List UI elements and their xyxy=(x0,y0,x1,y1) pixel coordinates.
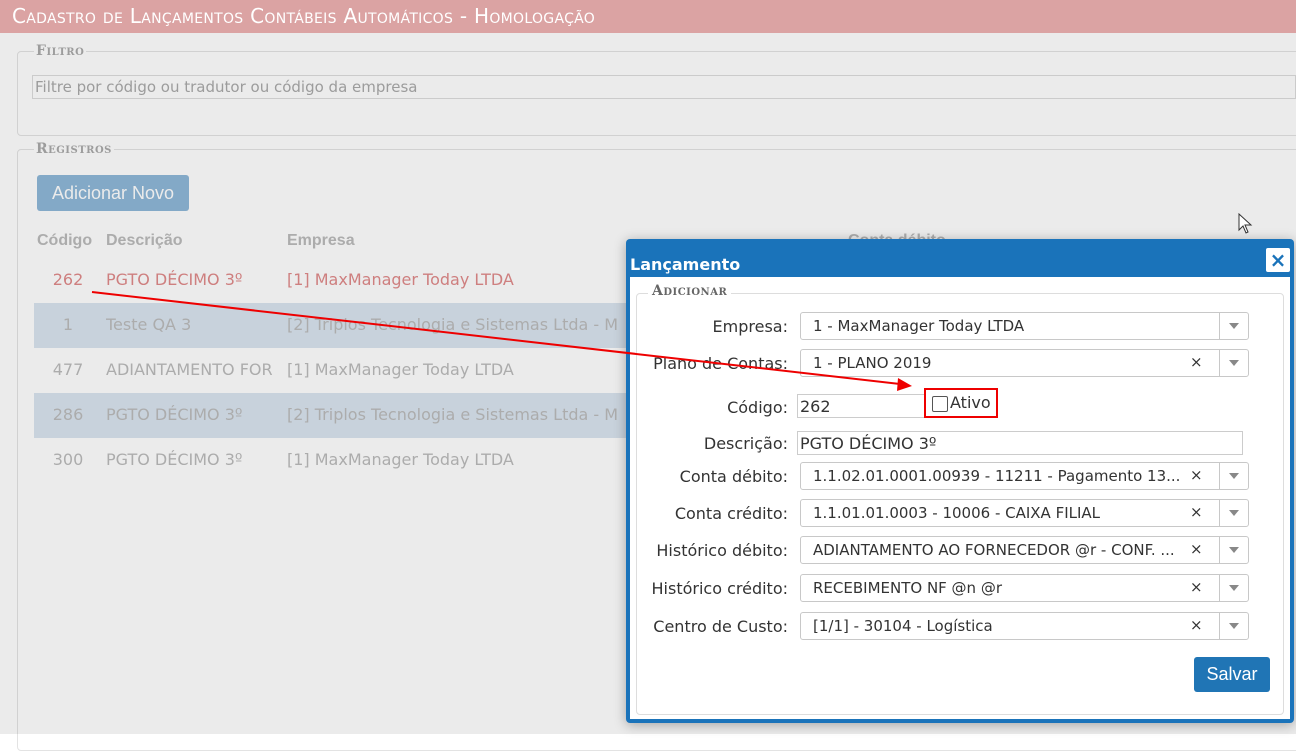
clear-icon[interactable]: × xyxy=(1190,353,1203,371)
conta-debito-value: 1.1.02.01.0001.00939 - 11211 - Pagamento… xyxy=(813,467,1181,485)
historico-debito-select[interactable]: ADIANTAMENTO AO FORNECEDOR @r - CONF. ..… xyxy=(800,536,1249,564)
cell-empresa: [1] MaxManager Today LTDA xyxy=(287,360,514,379)
cell-empresa: [2] Triplos Tecnologia e Sistemas Ltda -… xyxy=(287,315,619,334)
chevron-down-icon[interactable] xyxy=(1219,500,1248,526)
cell-codigo: 1 xyxy=(62,315,74,334)
cell-empresa: [1] MaxManager Today LTDA xyxy=(287,450,514,469)
cell-codigo: 477 xyxy=(52,360,84,379)
chevron-down-icon[interactable] xyxy=(1219,575,1248,601)
filter-legend: Filtro xyxy=(34,43,87,59)
table-row[interactable]: 1 Teste QA 3 [2] Triplos Tecnologia e Si… xyxy=(34,303,634,348)
cell-descricao: PGTO DÉCIMO 3º xyxy=(106,405,243,424)
cell-empresa: [2] Triplos Tecnologia e Sistemas Ltda -… xyxy=(287,405,619,424)
cell-descricao: ADIANTAMENTO FOR xyxy=(106,360,273,379)
descricao-label: Descrição: xyxy=(703,434,788,453)
historico-credito-label: Histórico crédito: xyxy=(651,579,789,598)
chevron-down-icon[interactable] xyxy=(1219,463,1248,489)
cell-codigo: 262 xyxy=(52,270,84,289)
dialog-body: Adicionar Empresa: 1 - MaxManager Today … xyxy=(630,277,1290,719)
plano-label: Plano de Contas: xyxy=(653,354,788,373)
centro-custo-label: Centro de Custo: xyxy=(653,617,788,636)
ativo-highlight: Ativo xyxy=(924,388,998,418)
table-row[interactable]: 286 PGTO DÉCIMO 3º [2] Triplos Tecnologi… xyxy=(34,393,634,438)
cell-empresa: [1] MaxManager Today LTDA xyxy=(287,270,514,289)
add-legend: Adicionar xyxy=(648,283,732,299)
cell-descricao: Teste QA 3 xyxy=(106,315,192,334)
cell-codigo: 300 xyxy=(52,450,84,469)
historico-debito-value: ADIANTAMENTO AO FORNECEDOR @r - CONF. ..… xyxy=(813,541,1175,559)
chevron-down-icon[interactable] xyxy=(1219,350,1248,376)
plano-value: 1 - PLANO 2019 xyxy=(813,354,932,372)
filter-search-input[interactable]: Filtre por código ou tradutor ou código … xyxy=(32,75,1296,99)
plano-select[interactable]: 1 - PLANO 2019 × xyxy=(800,349,1249,377)
lancamento-dialog: Lançamento × Adicionar Empresa: 1 - MaxM… xyxy=(626,239,1294,723)
centro-custo-select[interactable]: [1/1] - 30104 - Logística × xyxy=(800,612,1249,640)
chevron-down-icon[interactable] xyxy=(1219,313,1248,339)
ativo-label[interactable]: Ativo xyxy=(950,393,991,412)
clear-icon[interactable]: × xyxy=(1190,616,1203,634)
ativo-checkbox[interactable] xyxy=(932,396,948,412)
table-row[interactable]: 262 PGTO DÉCIMO 3º [1] MaxManager Today … xyxy=(34,258,634,303)
column-header-empresa[interactable]: Empresa xyxy=(287,232,355,250)
add-new-button[interactable]: Adicionar Novo xyxy=(37,175,189,211)
empresa-label: Empresa: xyxy=(712,317,788,336)
clear-icon[interactable]: × xyxy=(1190,540,1203,558)
codigo-input[interactable]: 262 xyxy=(797,394,925,418)
cell-codigo: 286 xyxy=(52,405,84,424)
chevron-down-icon[interactable] xyxy=(1219,537,1248,563)
clear-icon[interactable]: × xyxy=(1190,503,1203,521)
conta-credito-value: 1.1.01.01.0003 - 10006 - CAIXA FILIAL xyxy=(813,504,1101,522)
empresa-select[interactable]: 1 - MaxManager Today LTDA xyxy=(800,312,1249,340)
empresa-value: 1 - MaxManager Today LTDA xyxy=(813,317,1025,335)
codigo-label: Código: xyxy=(727,398,788,417)
page-title-bar: Cadastro de Lançamentos Contábeis Automá… xyxy=(0,0,1296,33)
historico-debito-label: Histórico débito: xyxy=(656,541,788,560)
cell-descricao: PGTO DÉCIMO 3º xyxy=(106,450,243,469)
cell-descricao: PGTO DÉCIMO 3º xyxy=(106,270,243,289)
conta-credito-label: Conta crédito: xyxy=(674,504,788,523)
page-title: Cadastro de Lançamentos Contábeis Automá… xyxy=(12,4,596,28)
centro-custo-value: [1/1] - 30104 - Logística xyxy=(813,617,993,635)
historico-credito-select[interactable]: RECEBIMENTO NF @n @r × xyxy=(800,574,1249,602)
column-header-descricao[interactable]: Descrição xyxy=(106,232,183,250)
conta-debito-label: Conta débito: xyxy=(679,467,788,486)
conta-credito-select[interactable]: 1.1.01.01.0003 - 10006 - CAIXA FILIAL × xyxy=(800,499,1249,527)
dialog-title: Lançamento xyxy=(630,255,741,274)
table-row[interactable]: 477 ADIANTAMENTO FOR [1] MaxManager Toda… xyxy=(34,348,634,393)
column-header-codigo[interactable]: Código xyxy=(37,232,92,250)
clear-icon[interactable]: × xyxy=(1190,466,1203,484)
mouse-cursor-icon xyxy=(1238,213,1253,234)
historico-credito-value: RECEBIMENTO NF @n @r xyxy=(813,579,1003,597)
descricao-input[interactable]: PGTO DÉCIMO 3º xyxy=(797,431,1243,455)
conta-debito-select[interactable]: 1.1.02.01.0001.00939 - 11211 - Pagamento… xyxy=(800,462,1249,490)
save-button[interactable]: Salvar xyxy=(1194,657,1270,692)
chevron-down-icon[interactable] xyxy=(1219,613,1248,639)
table-row[interactable]: 300 PGTO DÉCIMO 3º [1] MaxManager Today … xyxy=(34,438,634,483)
clear-icon[interactable]: × xyxy=(1190,578,1203,596)
records-legend: Registros xyxy=(34,141,114,157)
close-icon[interactable]: × xyxy=(1266,248,1290,272)
